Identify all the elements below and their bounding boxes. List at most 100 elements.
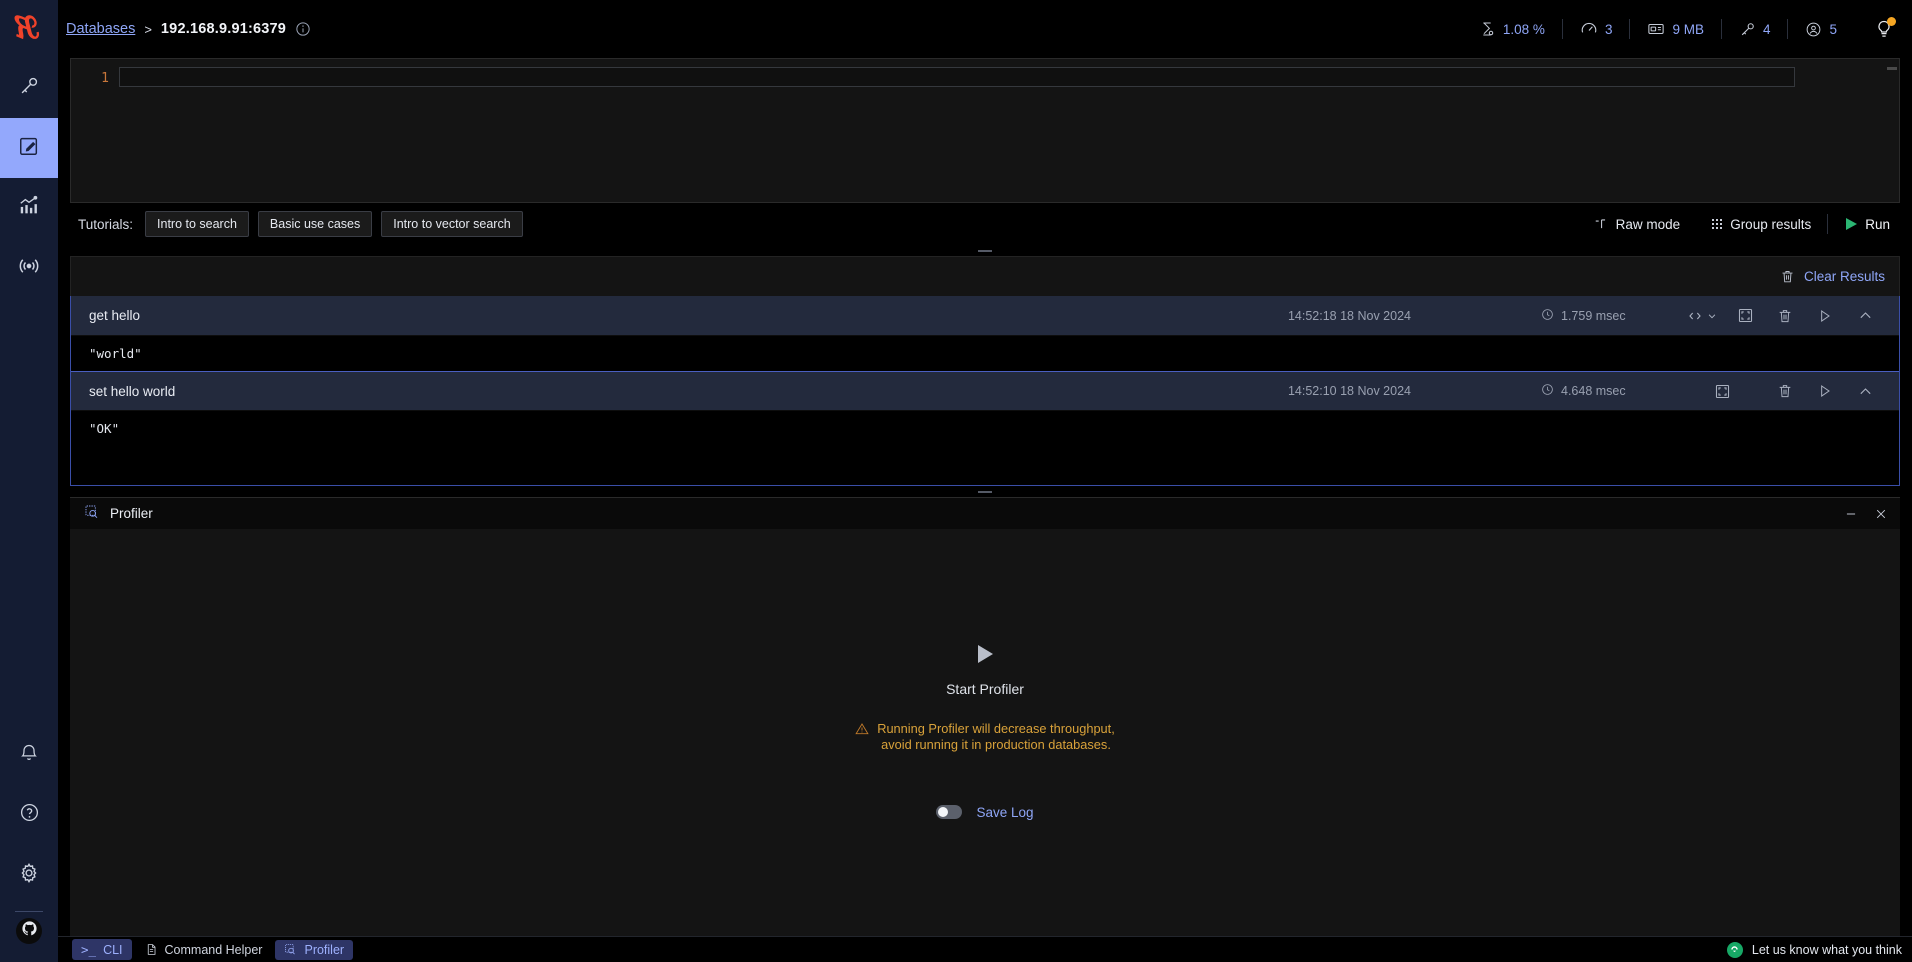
- feedback-smiley-icon: [1726, 941, 1743, 958]
- workbench-toolbar: Tutorials: Intro to search Basic use cas…: [70, 203, 1900, 245]
- code-editor[interactable]: 1: [70, 58, 1900, 203]
- top-header: Databases > 192.168.9.91:6379 1.08 % 3 9…: [58, 0, 1912, 58]
- metric-keys-value: 4: [1762, 21, 1771, 37]
- result-row-header[interactable]: set hello world 14:52:10 18 Nov 2024 4.6…: [71, 371, 1899, 411]
- result-duration-value: 4.648 msec: [1561, 384, 1626, 398]
- lightbulb-icon[interactable]: [1854, 17, 1896, 39]
- editor-results-splitter[interactable]: [58, 245, 1912, 256]
- profiler-warning: Running Profiler will decrease throughpu…: [855, 721, 1115, 752]
- main-column: Databases > 192.168.9.91:6379 1.08 % 3 9…: [58, 0, 1912, 962]
- rerun-command-icon[interactable]: [1805, 301, 1845, 331]
- metric-commands[interactable]: 3: [1563, 20, 1630, 38]
- collapse-result-icon[interactable]: [1845, 376, 1885, 406]
- result-meta: 14:52:18 18 Nov 2024 1.759 msec: [1288, 301, 1885, 331]
- group-results-button[interactable]: Group results: [1696, 217, 1827, 232]
- result-duration: 1.759 msec: [1541, 308, 1661, 324]
- minimize-icon[interactable]: [1844, 507, 1858, 521]
- left-sidebar: ℜ: [0, 0, 58, 962]
- splitter-grip: [978, 249, 992, 252]
- tutorial-intro-to-vector-search[interactable]: Intro to vector search: [381, 211, 523, 237]
- save-log-row: Save Log: [936, 804, 1034, 820]
- app-logo[interactable]: ℜ: [0, 0, 58, 58]
- results-list: get hello 14:52:18 18 Nov 2024 1.759 mse…: [70, 296, 1900, 486]
- toolbar-right-actions: Raw mode Group results Run: [1578, 214, 1896, 234]
- clear-results-button[interactable]: Clear Results: [1780, 269, 1885, 284]
- feedback-link[interactable]: Let us know what you think: [1752, 943, 1902, 957]
- metric-clients[interactable]: 5: [1788, 21, 1854, 38]
- delete-result-icon[interactable]: [1765, 301, 1805, 331]
- sidebar-divider: [15, 911, 43, 912]
- editor-input-line[interactable]: [119, 67, 1795, 87]
- result-actions: [1679, 376, 1885, 406]
- breadcrumb-database-name: 192.168.9.91:6379: [160, 21, 287, 37]
- result-actions: [1679, 301, 1885, 331]
- sidebar-item-settings[interactable]: [0, 845, 58, 905]
- result-duration: 4.648 msec: [1541, 383, 1661, 399]
- metric-cpu[interactable]: 1.08 %: [1463, 21, 1562, 37]
- start-profiler-label[interactable]: Start Profiler: [946, 681, 1024, 697]
- sidebar-item-browser[interactable]: [0, 58, 58, 118]
- github-icon: [21, 920, 38, 942]
- result-row-header[interactable]: get hello 14:52:18 18 Nov 2024 1.759 mse…: [71, 296, 1899, 336]
- sidebar-item-pubsub[interactable]: [0, 238, 58, 298]
- app-root: ℜ Databases > 192.168.9.91:6379 1.08 % 3…: [0, 0, 1912, 962]
- gear-icon: [18, 862, 40, 889]
- sidebar-item-workbench[interactable]: [0, 118, 58, 178]
- result-duration-value: 1.759 msec: [1561, 308, 1626, 323]
- metric-keys[interactable]: 4: [1722, 21, 1788, 38]
- status-tab-profiler[interactable]: Profiler: [275, 939, 354, 960]
- result-command: set hello world: [89, 383, 176, 399]
- profiler-content: Start Profiler Running Profiler will dec…: [70, 529, 1900, 936]
- fullscreen-icon[interactable]: [1725, 301, 1765, 331]
- terminal-icon: >_: [81, 942, 97, 957]
- raw-mode-button[interactable]: Raw mode: [1578, 217, 1697, 232]
- view-format-dropdown[interactable]: [1679, 301, 1725, 331]
- profiler-icon: [84, 504, 100, 523]
- redis-logo-icon: ℜ: [16, 11, 42, 46]
- tutorials-label: Tutorials:: [78, 216, 134, 232]
- tutorial-intro-to-search[interactable]: Intro to search: [145, 211, 249, 237]
- editor-input-area[interactable]: [119, 67, 1899, 202]
- toggle-knob: [938, 807, 949, 818]
- result-meta: 14:52:10 18 Nov 2024 4.648 msec: [1288, 376, 1885, 406]
- editor-scrollbar[interactable]: [1887, 67, 1897, 70]
- profiler-warning-line2: avoid running it in production databases…: [881, 737, 1111, 752]
- rerun-command-icon[interactable]: [1805, 376, 1845, 406]
- save-log-toggle[interactable]: [936, 805, 963, 820]
- memory-icon: [1647, 20, 1665, 38]
- user-icon: [1805, 21, 1822, 38]
- splitter-grip: [978, 490, 992, 493]
- bar-chart-icon: [18, 195, 40, 222]
- delete-result-icon[interactable]: [1765, 376, 1805, 406]
- results-area: Clear Results get hello 14:52:18 18 Nov …: [58, 256, 1912, 486]
- collapse-result-icon[interactable]: [1845, 301, 1885, 331]
- status-tab-cli-label: CLI: [103, 942, 123, 957]
- result-timestamp: 14:52:10 18 Nov 2024: [1287, 384, 1411, 398]
- save-log-label: Save Log: [976, 804, 1034, 820]
- run-label: Run: [1865, 216, 1890, 232]
- tutorial-basic-use-cases[interactable]: Basic use cases: [257, 211, 373, 237]
- breadcrumb-databases-link[interactable]: Databases: [66, 21, 135, 37]
- info-circle-icon[interactable]: [295, 21, 311, 37]
- results-profiler-splitter[interactable]: [58, 486, 1912, 497]
- key-icon: [1739, 21, 1756, 38]
- sidebar-item-notifications[interactable]: [0, 725, 58, 785]
- metric-memory[interactable]: 9 MB: [1630, 20, 1721, 38]
- start-profiler-play-icon[interactable]: [977, 645, 993, 664]
- raw-mode-icon: [1594, 217, 1608, 231]
- grid-icon: [1712, 219, 1723, 229]
- sidebar-item-analytics[interactable]: [0, 178, 58, 238]
- question-circle-icon: [19, 802, 40, 828]
- status-tab-cli[interactable]: >_ CLI: [72, 939, 132, 960]
- fullscreen-icon[interactable]: [1679, 376, 1765, 406]
- sidebar-item-github[interactable]: [16, 918, 42, 944]
- close-icon[interactable]: [1874, 507, 1888, 521]
- profiler-icon: [284, 943, 297, 956]
- run-button[interactable]: Run: [1828, 217, 1896, 232]
- clock-icon: [1541, 383, 1554, 399]
- status-tab-command-helper[interactable]: Command Helper: [136, 940, 272, 960]
- cpu-icon: [1480, 21, 1496, 37]
- result-command: get hello: [89, 308, 141, 323]
- profiler-header: Profiler: [70, 497, 1900, 529]
- sidebar-item-help[interactable]: [0, 785, 58, 845]
